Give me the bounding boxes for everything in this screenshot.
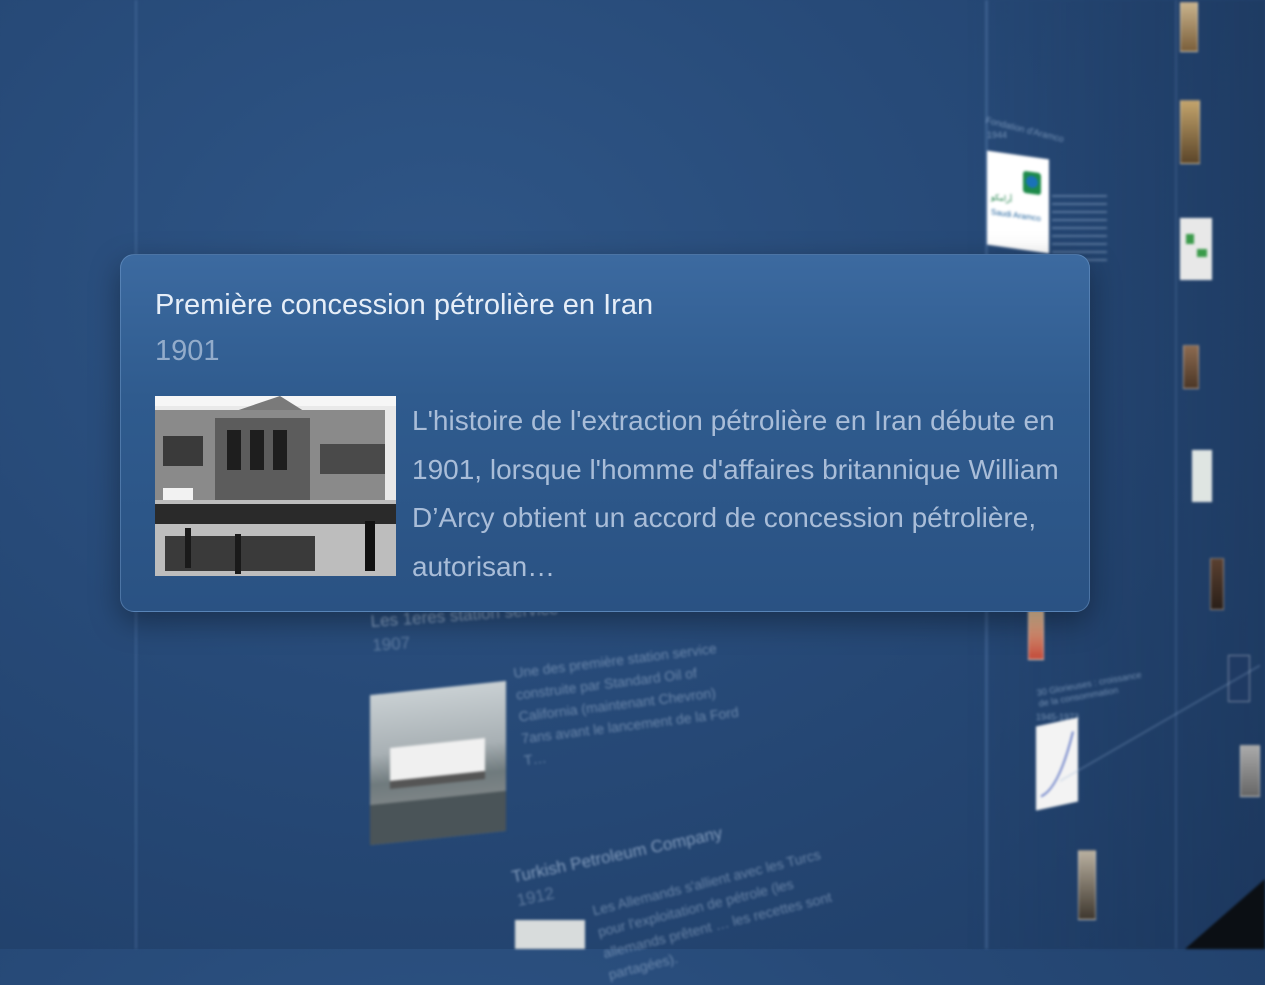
popup-description: L'histoire de l'extraction pétrolière en… — [412, 405, 1059, 582]
side-thumb — [1192, 450, 1212, 502]
side-thumb — [1183, 345, 1199, 389]
world-map-thumb — [1180, 218, 1212, 280]
historical-photo-icon — [155, 396, 396, 576]
side-thumb — [1210, 558, 1224, 610]
popup-year: 1901 — [155, 335, 220, 367]
event-popup[interactable]: Première concession pétrolière en Iran 1… — [120, 254, 1090, 612]
event-description-wrap: Une des première station service constru… — [512, 634, 754, 771]
event-photo — [515, 920, 585, 949]
popup-title: Première concession pétrolière en Iran — [155, 289, 654, 321]
popup-photo — [155, 396, 396, 576]
corner-shadow — [1185, 879, 1265, 949]
aramco-logo: أرامكو Saudi Aramco — [987, 150, 1049, 254]
side-thumb — [1180, 2, 1198, 52]
side-thumb — [1180, 100, 1200, 164]
side-thumb — [1028, 610, 1044, 660]
side-event-year: 1944 — [987, 130, 1008, 140]
event-description: Une des première station service constru… — [512, 640, 740, 769]
event-photo — [370, 680, 506, 846]
